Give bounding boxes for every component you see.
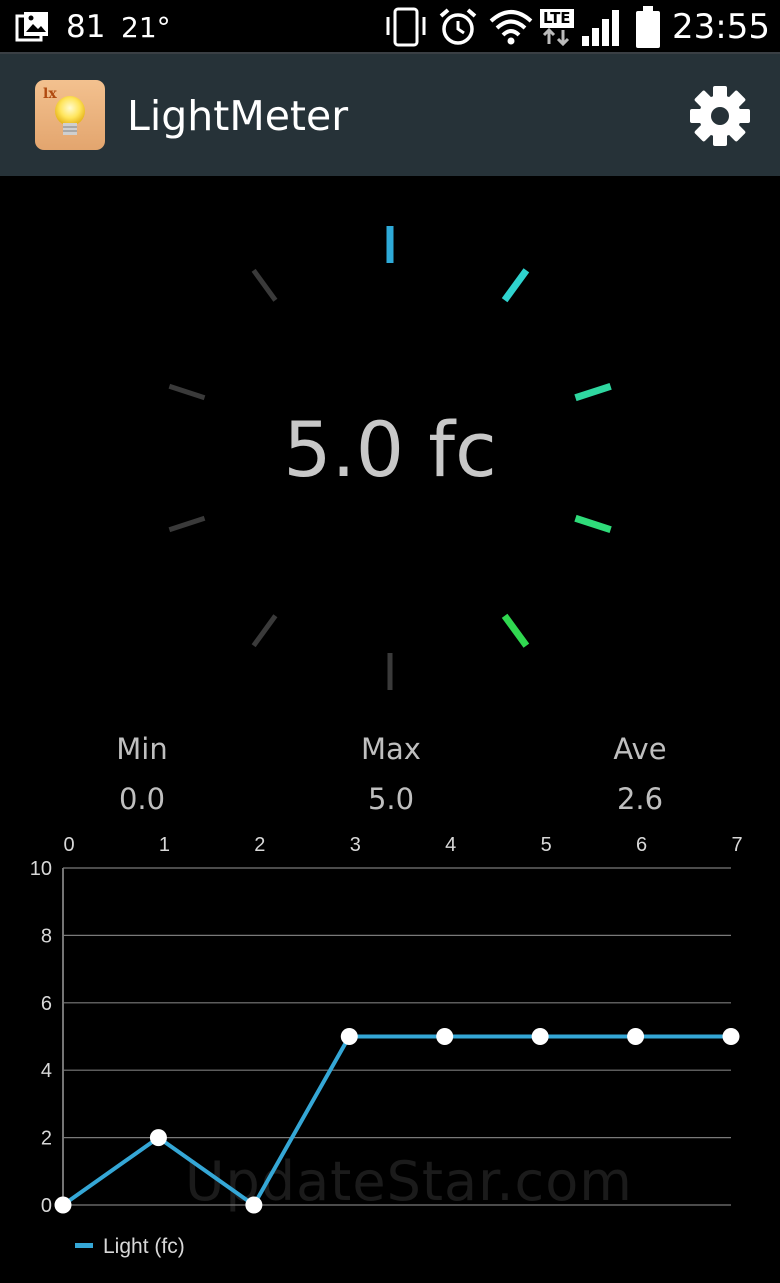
app-bar: lx LightMeter xyxy=(0,54,780,176)
gauge-tick xyxy=(168,383,206,401)
gauge-tick xyxy=(251,614,278,648)
min-label: Min xyxy=(116,732,168,766)
data-point[interactable] xyxy=(245,1196,263,1214)
app-logo: lx xyxy=(35,80,105,150)
y-tick-label: 6 xyxy=(41,993,52,1015)
y-tick-label: 8 xyxy=(41,925,52,947)
x-tick-label: 1 xyxy=(159,834,170,856)
x-tick-label: 5 xyxy=(541,834,552,856)
gauge-tick xyxy=(168,515,206,533)
max-value: 5.0 xyxy=(367,782,415,816)
y-tick-label: 2 xyxy=(41,1128,52,1150)
data-point[interactable] xyxy=(531,1028,549,1045)
y-tick-label: 4 xyxy=(41,1060,52,1082)
lte-icon: LTE xyxy=(540,0,574,54)
light-chart: 0 1 2 3 4 5 6 7 0 2 4 6 8 10 Light (fc) xyxy=(30,834,743,1258)
notification-count: 81 xyxy=(66,9,106,45)
x-tick-label: 4 xyxy=(445,834,456,856)
gauge-tick xyxy=(574,514,612,534)
ave-label: Ave xyxy=(613,732,667,766)
legend-label: Light (fc) xyxy=(103,1235,185,1258)
y-tick-label: 0 xyxy=(41,1195,52,1217)
gauge-tick xyxy=(574,382,612,402)
series-line xyxy=(61,1034,731,1207)
data-point[interactable] xyxy=(340,1028,358,1045)
x-tick-label: 7 xyxy=(731,834,742,856)
vibrate-icon xyxy=(384,0,428,54)
data-point[interactable] xyxy=(436,1028,454,1045)
gear-icon xyxy=(690,86,750,146)
gauge-tick xyxy=(501,613,530,648)
gallery-icon xyxy=(15,0,51,54)
settings-button[interactable] xyxy=(688,84,752,148)
app-title: LightMeter xyxy=(127,92,349,140)
min-value: 0.0 xyxy=(118,782,166,816)
data-point[interactable] xyxy=(722,1028,740,1045)
alarm-icon xyxy=(437,0,479,54)
data-point[interactable] xyxy=(627,1028,645,1045)
lte-label: LTE xyxy=(540,8,574,28)
data-point[interactable] xyxy=(54,1196,72,1214)
meter-reading: 5.0 fc xyxy=(283,405,497,494)
legend-swatch xyxy=(75,1243,93,1248)
battery-icon xyxy=(634,0,662,54)
data-point[interactable] xyxy=(149,1129,167,1147)
x-tick-label: 2 xyxy=(254,834,265,856)
x-tick-label: 6 xyxy=(636,834,647,856)
max-label: Max xyxy=(361,732,421,766)
wifi-icon xyxy=(487,0,535,54)
lightbulb-icon xyxy=(55,96,85,135)
signal-icon xyxy=(580,0,624,54)
x-tick-label: 3 xyxy=(350,834,361,856)
clock: 23:55 xyxy=(672,7,770,47)
gauge-tick xyxy=(251,268,278,302)
status-bar: 81 21° LTE 23:55 xyxy=(0,0,780,54)
gauge-tick xyxy=(501,268,530,303)
temperature: 21° xyxy=(121,10,171,44)
y-tick-label: 10 xyxy=(30,858,52,880)
x-tick-label: 0 xyxy=(63,834,74,856)
ave-value: 2.6 xyxy=(616,782,664,816)
